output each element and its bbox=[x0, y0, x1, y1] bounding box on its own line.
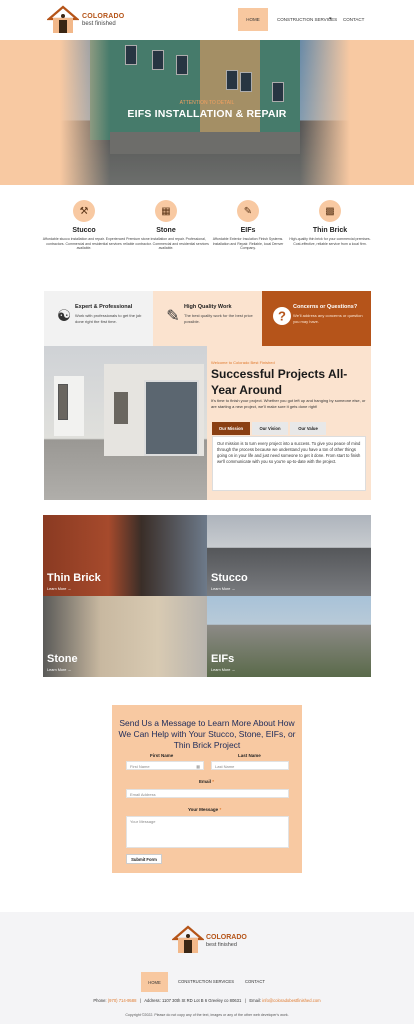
service-title: Stucco bbox=[72, 227, 96, 234]
service-desc: Premium stone installation and repair. P… bbox=[123, 237, 209, 251]
service-thin-brick[interactable]: ▩ Thin Brick High-quality thin brick for… bbox=[287, 200, 373, 246]
service-desc: High-quality thin brick for your commerc… bbox=[289, 237, 371, 246]
about-title: Successful Projects All-Year Around bbox=[211, 367, 348, 397]
service-title: Stone bbox=[156, 227, 176, 234]
footer-contact-info: Phone: (970) 714-9588 | Address: 1107 30… bbox=[93, 998, 321, 1003]
about-paragraph: It's time to finish your project. Whethe… bbox=[211, 398, 366, 409]
last-name-label: Last Name bbox=[238, 753, 261, 758]
nav-home[interactable]: HOME bbox=[238, 8, 268, 31]
phone-label: Phone: bbox=[93, 998, 107, 1003]
feature-desc: The best quality work for the best price… bbox=[184, 313, 253, 324]
service-title: Thin Brick bbox=[312, 227, 348, 234]
logo-house-icon[interactable] bbox=[46, 5, 80, 35]
feature-quality: ✎ High Quality Work The best quality wor… bbox=[153, 291, 262, 346]
first-name-label: First Name bbox=[150, 753, 174, 758]
message-field[interactable]: Your Message bbox=[126, 816, 289, 848]
grid-tile-stone[interactable]: Stone Learn More → bbox=[43, 596, 207, 677]
quality-icon: ✎ bbox=[166, 308, 180, 325]
service-title: EIFs bbox=[240, 227, 256, 234]
grid-tile-stucco[interactable]: Stucco Learn More → bbox=[207, 515, 371, 596]
logo-title: COLORADO bbox=[82, 13, 125, 20]
tile-title: Thin Brick bbox=[47, 572, 101, 584]
tile-learn-more[interactable]: Learn More → bbox=[211, 587, 235, 591]
tile-title: Stone bbox=[47, 653, 78, 665]
footer-logo-subtitle: best finished bbox=[206, 942, 237, 948]
stone-icon: ▦ bbox=[155, 200, 177, 222]
site-header: COLORADO best finished HOME CONSTRUCTION… bbox=[0, 0, 414, 40]
logo-subtitle: best finished bbox=[82, 21, 116, 27]
feature-title: Expert & Professional bbox=[75, 304, 133, 310]
form-title: Send Us a Message to Learn More About Ho… bbox=[118, 718, 296, 750]
tile-learn-more[interactable]: Learn More → bbox=[211, 668, 235, 672]
address-label: Address: bbox=[144, 998, 161, 1003]
service-stucco[interactable]: ⚒ Stucco Affordable stucco installation … bbox=[41, 200, 127, 251]
footer-logo-title: COLORADO bbox=[206, 934, 247, 941]
footer-nav-construction-services[interactable]: CONSTRUCTION SERVICES bbox=[178, 979, 234, 984]
eifs-icon: ✎ bbox=[237, 200, 259, 222]
feature-desc: Work with professionals to get the job d… bbox=[75, 313, 142, 324]
tab-our-mission[interactable]: Our Mission bbox=[212, 422, 250, 435]
email-label-text: Email bbox=[199, 779, 212, 784]
question-icon: ? bbox=[272, 305, 292, 327]
tab-our-value[interactable]: Our Value bbox=[290, 422, 326, 435]
first-name-field[interactable]: First Name ▦ bbox=[126, 761, 204, 770]
phone-link[interactable]: (970) 714-9588 bbox=[108, 998, 137, 1003]
email-field[interactable]: Email Address bbox=[126, 789, 289, 798]
footer-logo-house-icon[interactable] bbox=[171, 925, 205, 955]
feature-title: High Quality Work bbox=[184, 304, 232, 310]
feature-title: Concerns or Questions? bbox=[293, 304, 358, 310]
about-kicker: Welcome to Colorado Best Finished bbox=[211, 360, 275, 365]
about-image bbox=[44, 346, 207, 500]
tile-title: Stucco bbox=[211, 572, 248, 584]
tab-our-vision[interactable]: Our Vision bbox=[252, 422, 288, 435]
mission-text: Our mission is to turn every project int… bbox=[217, 441, 361, 465]
footer-nav-home[interactable]: HOME bbox=[141, 972, 168, 992]
feature-expert: ☯ Expert & Professional Work with profes… bbox=[44, 291, 153, 346]
footer-copyright: Copyright ©2022. Please do not copy any … bbox=[125, 1013, 289, 1017]
message-label-text: Your Message bbox=[188, 807, 219, 812]
required-mark: * bbox=[212, 779, 215, 784]
feature-desc: We'll address any concerns or question y… bbox=[293, 313, 363, 324]
grid-tile-eifs[interactable]: EIFs Learn More → bbox=[207, 596, 371, 677]
message-label: Your Message * bbox=[188, 807, 221, 812]
contact-card-icon: ▦ bbox=[196, 764, 200, 769]
hero-kicker: ATTENTION TO DETAIL bbox=[179, 100, 235, 106]
last-name-field[interactable]: Last Name bbox=[211, 761, 289, 770]
required-mark: * bbox=[219, 807, 222, 812]
tile-learn-more[interactable]: Learn More → bbox=[47, 587, 71, 591]
expert-icon: ☯ bbox=[56, 308, 72, 325]
service-desc: Affordable stucco installation and repai… bbox=[42, 237, 126, 251]
submit-button[interactable]: Submit Form bbox=[126, 854, 162, 864]
service-desc: Affordable Exterior Insulation Finish Sy… bbox=[212, 237, 284, 251]
grid-tile-thin-brick[interactable]: Thin Brick Learn More → bbox=[43, 515, 207, 596]
svg-text:?: ? bbox=[278, 309, 286, 324]
tile-learn-more[interactable]: Learn More → bbox=[47, 668, 71, 672]
feature-questions: ? Concerns or Questions? We'll address a… bbox=[262, 291, 371, 346]
tile-title: EIFs bbox=[211, 653, 235, 665]
hero-title: EIFS INSTALLATION & REPAIR bbox=[127, 108, 287, 120]
first-name-placeholder: First Name bbox=[130, 764, 150, 769]
trowel-icon: ⚒ bbox=[73, 200, 95, 222]
nav-contact[interactable]: CONTACT bbox=[343, 17, 364, 22]
email-label: Email: bbox=[249, 998, 261, 1003]
email-label: Email * bbox=[199, 779, 214, 784]
service-eifs[interactable]: ✎ EIFs Affordable Exterior Insulation Fi… bbox=[205, 200, 291, 251]
brick-icon: ▩ bbox=[319, 200, 341, 222]
service-stone[interactable]: ▦ Stone Premium stone installation and r… bbox=[123, 200, 209, 251]
site-footer bbox=[0, 912, 414, 1024]
footer-nav-contact[interactable]: CONTACT bbox=[245, 979, 265, 984]
email-link[interactable]: info@coloradobestfinished.com bbox=[262, 998, 321, 1003]
chevron-down-icon[interactable]: ▾ bbox=[329, 16, 332, 22]
address-text: 1107 30th St RD Lot B 6 Greeley co 80631 bbox=[161, 998, 242, 1003]
